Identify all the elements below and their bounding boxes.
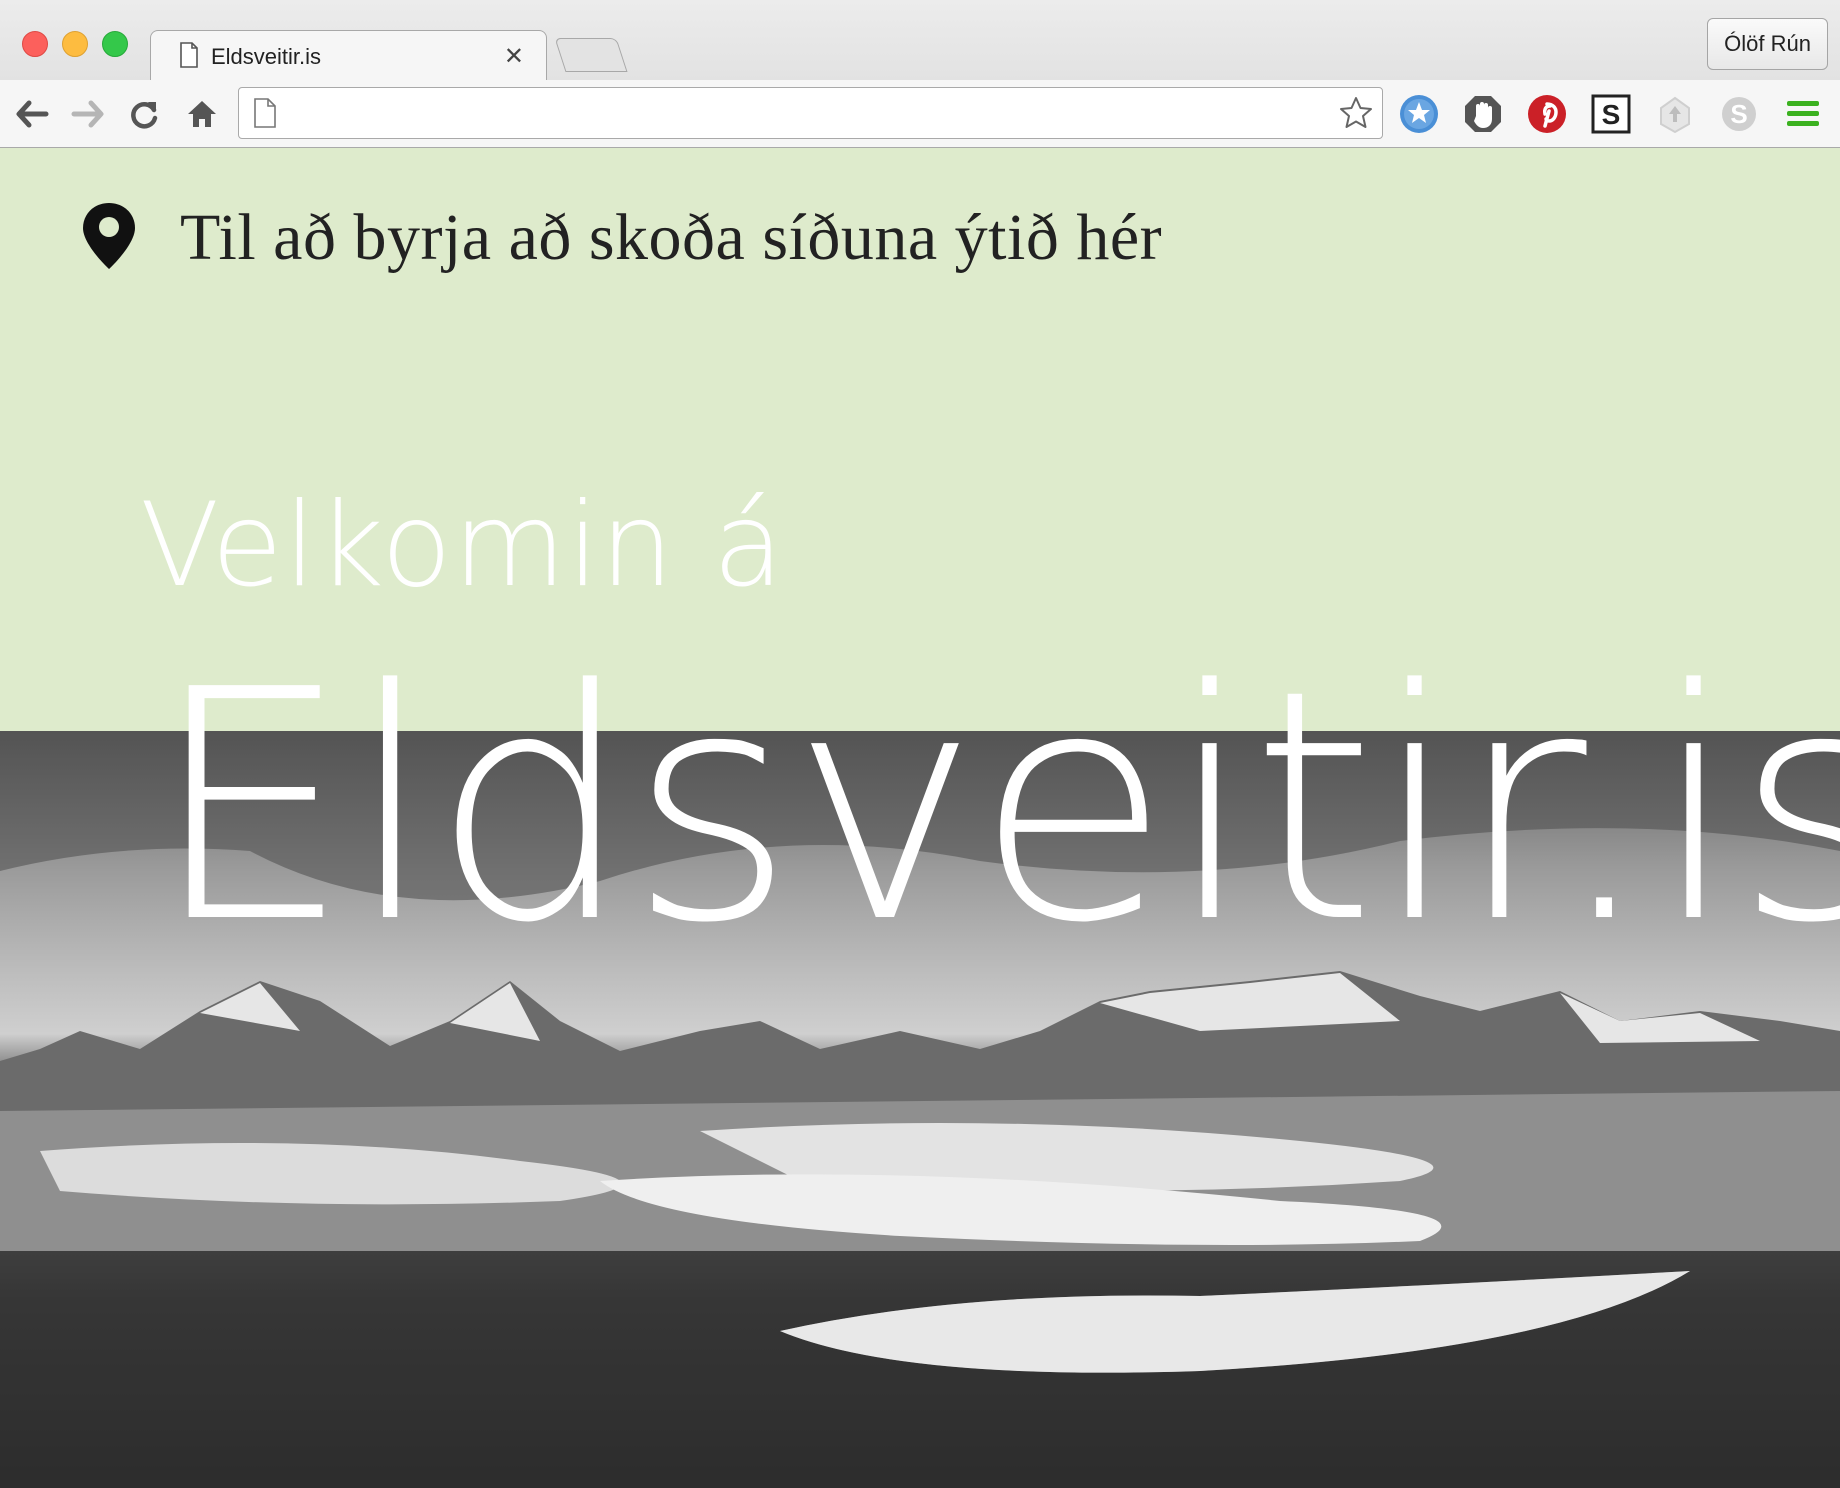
svg-text:S: S (1602, 99, 1621, 130)
browser-chrome: Eldsveitir.is ✕ Ólöf Rún S S (0, 0, 1840, 148)
adblock-hand-icon[interactable] (1462, 93, 1504, 135)
favorites-star-icon[interactable] (1398, 93, 1440, 135)
address-input[interactable] (295, 94, 1299, 132)
page-content: Til að byrja að skoða síðuna ýtið hér Ve… (0, 148, 1840, 1488)
reload-icon[interactable] (124, 94, 164, 134)
location-link[interactable]: Til að byrja að skoða síðuna ýtið hér (80, 198, 1162, 278)
map-pin-icon (80, 201, 138, 276)
forward-icon[interactable] (68, 94, 108, 134)
minimize-window-button[interactable] (62, 31, 88, 57)
svg-text:S: S (1730, 99, 1747, 129)
zoom-window-button[interactable] (102, 31, 128, 57)
location-prompt[interactable]: Til að byrja að skoða síðuna ýtið hér (180, 200, 1162, 276)
browser-toolbar: S S (0, 80, 1840, 147)
close-window-button[interactable] (22, 31, 48, 57)
menu-hamburger-icon[interactable] (1782, 93, 1824, 135)
home-icon[interactable] (182, 94, 222, 134)
tab-title: Eldsveitir.is (211, 44, 322, 69)
welcome-heading: Velkomin á (140, 478, 785, 613)
profile-button[interactable]: Ólöf Rún (1707, 18, 1828, 70)
cloud-upload-icon[interactable] (1654, 93, 1696, 135)
skype-icon[interactable]: S (1718, 93, 1760, 135)
close-tab-icon[interactable]: ✕ (504, 43, 524, 71)
brand-title: Eldsveitir.is (150, 622, 1840, 992)
bookmark-star-icon[interactable] (1338, 95, 1374, 136)
tab-strip: Eldsveitir.is ✕ Ólöf Rún (0, 0, 1840, 81)
page-icon (253, 98, 277, 133)
address-bar[interactable] (238, 87, 1383, 139)
stylish-s-icon[interactable]: S (1590, 93, 1632, 135)
tab-active[interactable]: Eldsveitir.is ✕ (150, 30, 547, 81)
new-tab-button[interactable] (554, 38, 628, 72)
page-icon (179, 41, 199, 73)
back-icon[interactable] (12, 94, 52, 134)
pinterest-icon[interactable] (1526, 93, 1568, 135)
